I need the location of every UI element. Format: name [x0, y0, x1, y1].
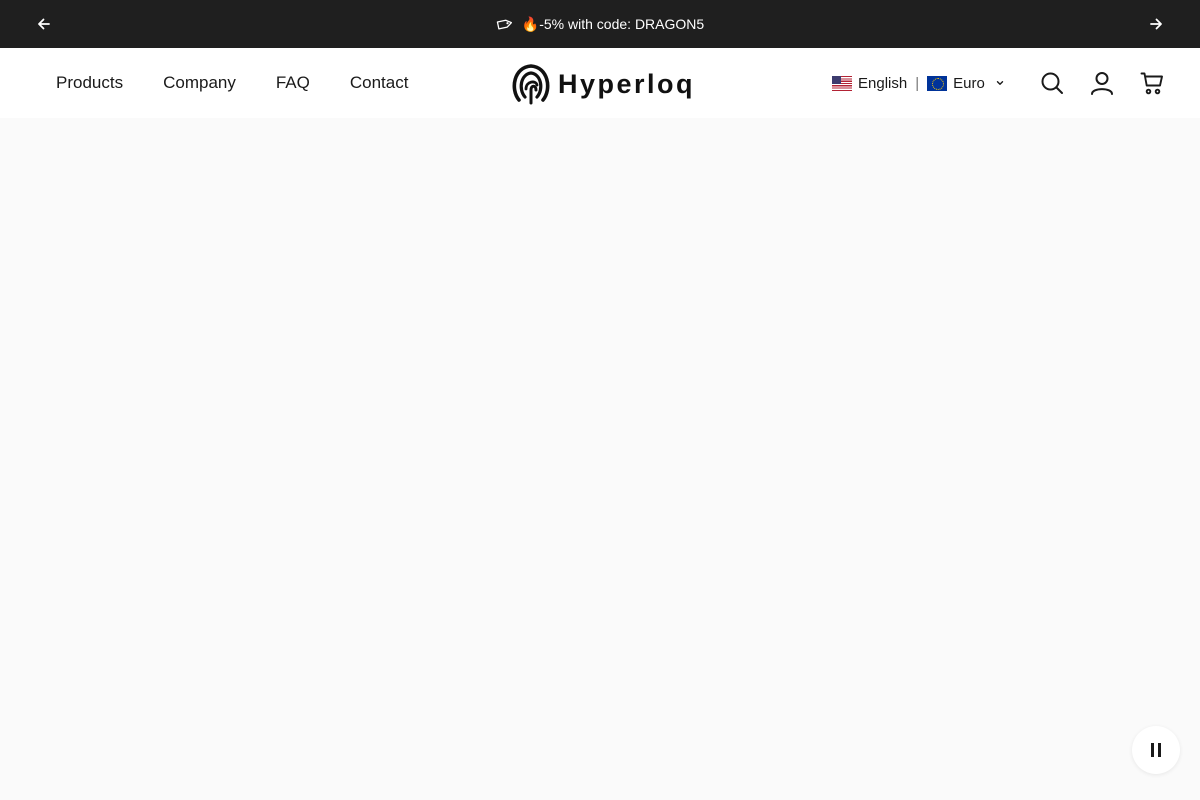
arrow-left-icon — [38, 18, 50, 30]
search-icon — [1041, 72, 1063, 94]
announcement-content: 🔥-5% with code: DRAGON5 — [496, 16, 704, 33]
nav-item-contact[interactable]: Contact — [350, 73, 409, 93]
logo-text: Hyperloq — [558, 68, 696, 99]
main-nav: Products Company FAQ Contact — [56, 48, 408, 118]
search-button[interactable] — [1040, 71, 1064, 95]
announcement-text[interactable]: 🔥-5% with code: DRAGON5 — [522, 16, 704, 33]
site-logo[interactable]: Hyperloq — [512, 62, 695, 106]
slideshow-pause-button[interactable] — [1132, 726, 1180, 774]
locale-separator: | — [915, 74, 920, 92]
announcement-prev-button[interactable] — [32, 12, 56, 36]
currency-label: Euro — [953, 74, 985, 92]
account-icon — [1091, 72, 1113, 95]
chevron-down-icon — [995, 78, 1005, 88]
announcement-bar: 🔥-5% with code: DRAGON5 — [0, 0, 1200, 48]
cart-icon — [1140, 72, 1163, 95]
language-label: English — [858, 74, 908, 92]
cart-button[interactable] — [1140, 71, 1164, 95]
announcement-next-button[interactable] — [1144, 12, 1168, 36]
nav-item-products[interactable]: Products — [56, 73, 123, 93]
fingerprint-pin-icon — [512, 64, 550, 105]
nav-item-faq[interactable]: FAQ — [276, 73, 310, 93]
pause-icon — [1151, 743, 1161, 757]
tag-icon — [496, 16, 514, 32]
eu-flag-icon — [927, 75, 948, 91]
site-header: Products Company FAQ Contact Hyperloq En… — [0, 48, 1200, 118]
nav-item-company[interactable]: Company — [163, 73, 236, 93]
account-button[interactable] — [1090, 71, 1114, 95]
hero-section — [0, 118, 1200, 800]
header-actions — [1040, 48, 1164, 118]
arrow-right-icon — [1150, 18, 1162, 30]
us-flag-icon — [832, 75, 852, 91]
locale-selector[interactable]: English | Euro — [832, 48, 1005, 118]
